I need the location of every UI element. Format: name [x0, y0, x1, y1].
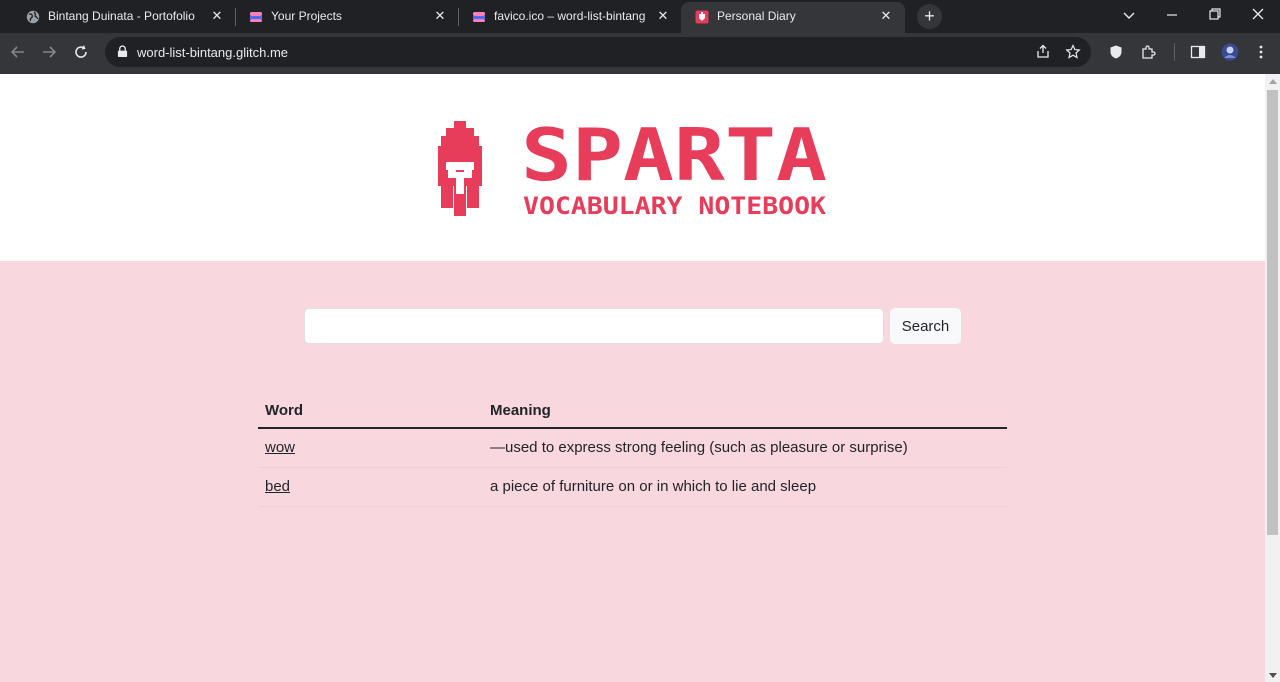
toolbar-separator — [1174, 43, 1175, 61]
word-meaning: a piece of furniture on or in which to l… — [490, 478, 817, 495]
extensions-puzzle-icon[interactable] — [1141, 44, 1157, 60]
scrollbar-thumb[interactable] — [1267, 90, 1278, 535]
scroll-up-arrow-icon[interactable] — [1269, 79, 1277, 84]
logo-title: SPARTA — [521, 114, 827, 197]
new-tab-button[interactable]: + — [917, 4, 942, 29]
tab-portfolio[interactable]: Bintang Duinata - Portofolio ✕ — [0, 2, 234, 32]
tab-title: Personal Diary — [717, 9, 796, 23]
lock-icon[interactable] — [117, 45, 128, 58]
tab-title: Bintang Duinata - Portofolio — [48, 9, 195, 23]
tab-title: Your Projects — [271, 9, 342, 23]
forward-arrow-icon[interactable] — [39, 42, 59, 62]
close-window-icon[interactable] — [1246, 5, 1270, 25]
more-menu-icon[interactable] — [1253, 44, 1269, 60]
address-bar[interactable]: word-list-bintang.glitch.me — [105, 37, 1091, 67]
browser-toolbar: word-list-bintang.glitch.me — [0, 33, 1280, 74]
globe-icon — [26, 10, 40, 24]
tab-favico[interactable]: favico.ico – word-list-bintang ✕ — [446, 2, 680, 32]
word-table: Word Meaning wow —used to express strong… — [258, 392, 1007, 507]
column-header-meaning: Meaning — [490, 402, 551, 419]
close-tab-icon[interactable]: ✕ — [878, 8, 894, 24]
logo-banner: SPARTA VOCABULARY NOTEBOOK — [0, 74, 1265, 261]
word-link[interactable]: bed — [265, 478, 290, 495]
tab-strip: Bintang Duinata - Portofolio ✕ Your Proj… — [0, 0, 1280, 33]
minimize-icon[interactable] — [1160, 5, 1184, 25]
shield-extension-icon[interactable] — [1108, 44, 1124, 60]
back-arrow-icon[interactable] — [8, 42, 28, 62]
profile-avatar-icon[interactable] — [1221, 43, 1239, 61]
search-button[interactable]: Search — [890, 308, 961, 344]
sparta-logo: SPARTA VOCABULARY NOTEBOOK — [438, 114, 827, 220]
bookmark-star-icon[interactable] — [1065, 44, 1081, 60]
tab-title: favico.ico – word-list-bintang — [494, 9, 646, 23]
page-content: SPARTA VOCABULARY NOTEBOOK Search Word M… — [0, 74, 1265, 682]
logo-subtitle: VOCABULARY NOTEBOOK — [523, 192, 827, 220]
word-meaning: —used to express strong feeling (such as… — [490, 439, 908, 456]
search-input[interactable] — [304, 308, 884, 344]
reload-icon[interactable] — [71, 42, 91, 62]
table-row: wow —used to express strong feeling (suc… — [258, 429, 1007, 468]
tab-search-chevron-icon[interactable] — [1117, 6, 1141, 26]
url-text[interactable]: word-list-bintang.glitch.me — [137, 45, 288, 60]
word-link[interactable]: wow — [265, 439, 295, 456]
diary-icon — [695, 10, 709, 24]
restore-icon[interactable] — [1203, 5, 1227, 25]
glitch-icon — [473, 12, 485, 22]
share-icon[interactable] — [1035, 44, 1051, 60]
vertical-scrollbar[interactable] — [1265, 74, 1280, 682]
column-header-word: Word — [265, 402, 304, 419]
tab-personal-diary[interactable]: Personal Diary ✕ — [681, 2, 905, 33]
table-row: bed a piece of furniture on or in which … — [258, 468, 1007, 507]
glitch-icon — [250, 12, 262, 22]
tab-your-projects[interactable]: Your Projects ✕ — [223, 2, 457, 32]
close-tab-icon[interactable]: ✕ — [655, 8, 671, 24]
table-header: Word Meaning — [258, 392, 1007, 429]
scroll-down-arrow-icon[interactable] — [1269, 673, 1277, 678]
side-panel-icon[interactable] — [1190, 44, 1206, 60]
